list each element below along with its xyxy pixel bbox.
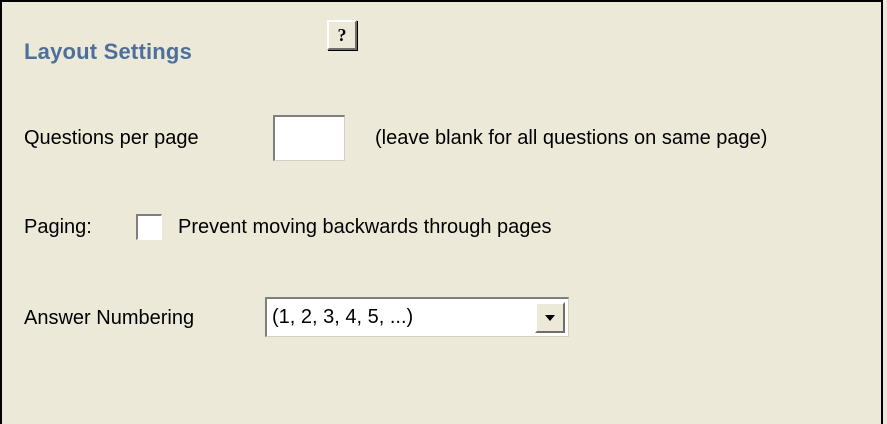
questions-per-page-label: Questions per page [24, 127, 199, 149]
prevent-backwards-checkbox[interactable] [136, 214, 162, 240]
answer-numbering-select[interactable]: (1, 2, 3, 4, 5, ...) [265, 297, 569, 337]
questions-per-page-input[interactable] [273, 115, 345, 161]
prevent-backwards-label[interactable]: Prevent moving backwards through pages [178, 216, 552, 239]
question-mark-icon: ? [335, 26, 349, 44]
questions-per-page-hint: (leave blank for all questions on same p… [375, 127, 768, 149]
chevron-down-icon [545, 314, 555, 321]
help-button[interactable]: ? [327, 20, 357, 50]
layout-settings-panel: Layout Settings ? Questions per page (le… [0, 0, 883, 424]
dropdown-button[interactable] [535, 302, 565, 333]
answer-numbering-label: Answer Numbering [24, 307, 195, 329]
section-title: Layout Settings [24, 39, 193, 64]
paging-label: Paging: [24, 216, 92, 238]
svg-text:?: ? [338, 26, 347, 44]
answer-numbering-value: (1, 2, 3, 4, 5, ...) [272, 306, 414, 328]
